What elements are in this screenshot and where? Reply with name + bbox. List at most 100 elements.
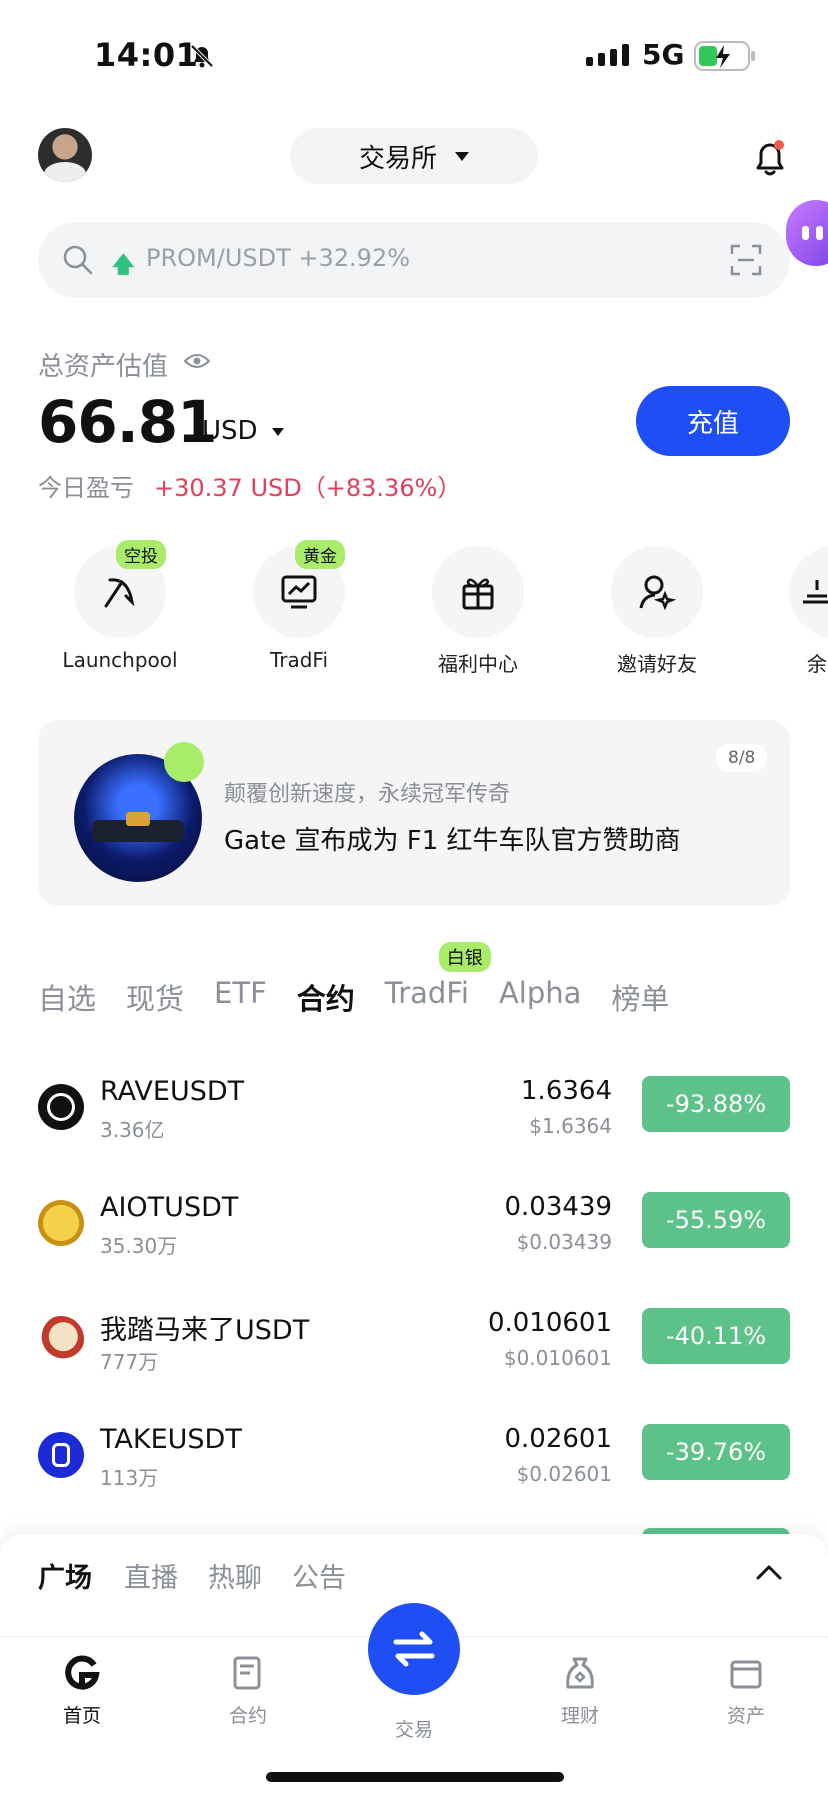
banner-title: Gate 宣布成为 F1 红牛车队官方赞助商 (224, 826, 681, 856)
tab-label: TradFi (384, 976, 469, 1010)
silent-mode-icon (190, 44, 214, 68)
quick-action-launchpool[interactable]: 空投 Launchpool (35, 540, 205, 672)
quick-action-label: 福利中心 (438, 652, 518, 676)
total-assets-title: 总资产估值 (38, 352, 169, 382)
chart-monitor-icon (281, 575, 317, 609)
user-avatar[interactable] (38, 128, 92, 182)
market-row[interactable]: RAVEUSDT 3.36亿 1.6364 $1.6364 -93.88% (0, 1064, 828, 1180)
scan-icon[interactable] (730, 244, 762, 276)
tab-futures[interactable]: 合约 (297, 976, 355, 1018)
row-symbol: RAVEUSDT (100, 1076, 245, 1107)
banner-decoration (164, 742, 204, 782)
row-price-usd: $0.03439 (516, 1230, 612, 1254)
today-pnl-label: 今日盈亏 (38, 474, 134, 502)
exchange-switcher[interactable]: 交易所 (290, 128, 538, 184)
row-change-badge[interactable]: -55.59% (642, 1192, 790, 1248)
row-volume: 35.30万 (100, 1234, 178, 1258)
nav-home[interactable]: 首页 (22, 1655, 142, 1728)
market-row[interactable]: AIOTUSDT 35.30万 0.03439 $0.03439 -55.59% (0, 1180, 828, 1296)
row-price: 0.02601 (504, 1424, 612, 1454)
launchpool-icon (104, 578, 135, 608)
notification-bell-icon[interactable] (752, 138, 788, 178)
sheet-tab-square[interactable]: 广场 (38, 1556, 92, 1595)
chevron-up-icon[interactable] (756, 1564, 782, 1580)
nav-label: 交易 (394, 1719, 433, 1741)
tab-rankings[interactable]: 榜单 (611, 976, 669, 1018)
quick-action-badge: 黄金 (295, 540, 345, 569)
deposit-button[interactable]: 充值 (636, 386, 790, 456)
row-volume: 3.36亿 (100, 1118, 165, 1142)
row-volume: 113万 (100, 1466, 159, 1490)
quick-action-rewards-center[interactable]: 福利中心 (393, 546, 563, 677)
trade-button[interactable] (368, 1603, 460, 1695)
horse-coin-icon (38, 1316, 84, 1362)
quick-action-invite-friends[interactable]: 邀请好友 (572, 546, 742, 677)
futures-doc-icon (233, 1656, 261, 1690)
quick-action-label: TradFi (269, 648, 329, 672)
market-row[interactable]: TAKEUSDT 113万 0.02601 $0.02601 -39.76% (0, 1412, 828, 1528)
nav-label: 合约 (228, 1705, 267, 1727)
tab-tradfi[interactable]: TradFi 白银 (384, 942, 491, 1018)
quick-action-savings[interactable]: 余 (751, 546, 828, 676)
sheet-tab-hot-chat[interactable]: 热聊 (208, 1556, 262, 1595)
tab-favorites[interactable]: 自选 (38, 976, 96, 1018)
currency-unit[interactable]: USD (202, 416, 258, 446)
quick-action-label: Launchpool (62, 648, 178, 672)
tab-spot[interactable]: 现货 (126, 976, 184, 1018)
wallet-icon (730, 1660, 762, 1689)
search-bar[interactable]: 🡅 PROM/USDT +32.92% (38, 222, 790, 298)
row-change-badge[interactable]: -40.11% (642, 1308, 790, 1364)
aiot-coin-icon (38, 1200, 84, 1246)
nav-earn[interactable]: 理财 (520, 1655, 640, 1728)
invite-user-icon (639, 575, 677, 611)
row-price-usd: $1.6364 (529, 1114, 612, 1138)
row-price-usd: $0.010601 (503, 1346, 612, 1370)
market-row[interactable]: 我踏马来了USDT 777万 0.010601 $0.010601 -40.11… (0, 1296, 828, 1412)
take-coin-icon (38, 1432, 84, 1478)
rave-coin-icon (38, 1084, 84, 1130)
chevron-down-icon (455, 151, 469, 161)
quick-action-tradfi[interactable]: 黄金 TradFi (214, 540, 384, 672)
exchange-label: 交易所 (358, 143, 437, 174)
search-icon (63, 245, 93, 275)
tab-etf[interactable]: ETF (214, 976, 267, 1018)
swap-arrows-icon (393, 1631, 435, 1667)
row-symbol: TAKEUSDT (100, 1424, 242, 1455)
status-time: 14:01 (94, 36, 199, 74)
cellular-signal-icon (586, 44, 629, 66)
today-pnl-value: +30.37 USD（+83.36%） (154, 474, 462, 502)
gift-icon (462, 578, 494, 610)
ai-assistant-bubble[interactable] (786, 200, 828, 266)
search-ticker-text: PROM/USDT +32.92% (146, 244, 411, 272)
row-change-badge[interactable]: -39.76% (642, 1424, 790, 1480)
quick-action-label: 余 (807, 652, 827, 676)
row-change-badge[interactable]: -93.88% (642, 1076, 790, 1132)
money-bag-icon (566, 1657, 594, 1689)
promo-banner[interactable]: 颠覆创新速度，永续冠军传奇 Gate 宣布成为 F1 红牛车队官方赞助商 8/8 (38, 720, 790, 906)
trending-up-icon: 🡅 (112, 253, 135, 278)
currency-dropdown-icon[interactable] (272, 428, 284, 436)
sheet-tab-announcements[interactable]: 公告 (292, 1556, 346, 1595)
tab-alpha[interactable]: Alpha (499, 976, 581, 1018)
sheet-tab-live[interactable]: 直播 (124, 1556, 178, 1595)
tab-badge: 白银 (438, 942, 491, 972)
banner-page-indicator: 8/8 (716, 744, 768, 772)
quick-action-badge: 空投 (116, 540, 166, 569)
row-price: 0.010601 (487, 1308, 612, 1338)
battery-charging-icon (694, 41, 755, 71)
banner-subtitle: 颠覆创新速度，永续冠军传奇 (224, 782, 511, 807)
savings-icon (803, 580, 828, 604)
nav-assets[interactable]: 资产 (686, 1655, 806, 1728)
nav-label: 理财 (560, 1705, 599, 1727)
market-tabs: 自选 现货 ETF 合约 TradFi 白银 Alpha 榜单 (38, 942, 699, 1018)
total-assets-amount: 66.81 (38, 388, 217, 456)
nav-futures[interactable]: 合约 (188, 1655, 308, 1728)
eye-icon[interactable] (184, 352, 210, 370)
home-logo-icon (65, 1655, 100, 1690)
nav-trade[interactable]: 交易 (354, 1715, 474, 1742)
home-indicator (266, 1772, 564, 1782)
row-symbol: AIOTUSDT (100, 1192, 239, 1223)
row-price: 1.6364 (521, 1076, 612, 1106)
nav-label: 首页 (62, 1705, 101, 1727)
row-price: 0.03439 (504, 1192, 612, 1222)
